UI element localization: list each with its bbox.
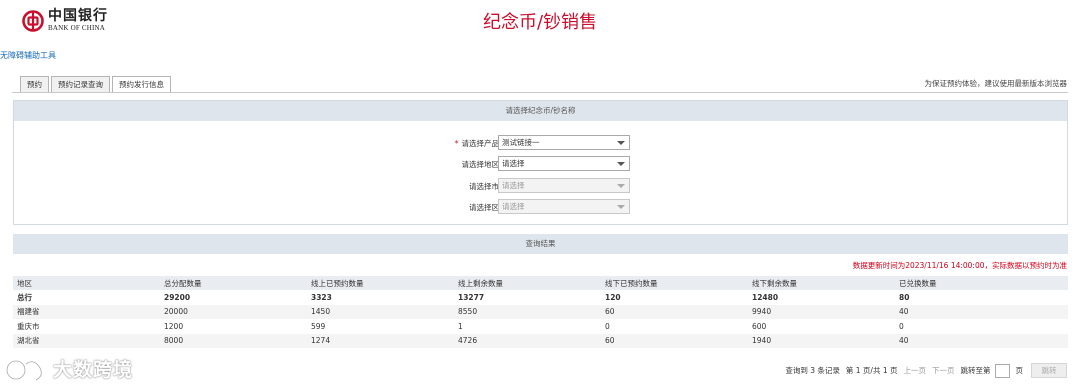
table-cell: 8000 bbox=[160, 333, 307, 348]
chevron-down-icon bbox=[617, 205, 625, 209]
district-label: 请选择区 bbox=[469, 203, 499, 212]
city-label: 请选择市 bbox=[469, 182, 499, 191]
table-cell: 4726 bbox=[454, 333, 601, 348]
table-cell: 湖北省 bbox=[13, 333, 160, 348]
browser-recommendation-note: 为保证预约体验，建议使用最新版本浏览器 bbox=[924, 79, 1068, 88]
table-cell: 总行 bbox=[17, 292, 32, 302]
watermark-text: 大数跨境 bbox=[53, 359, 134, 381]
table-cell: 1 bbox=[458, 321, 463, 331]
table-cell: 60 bbox=[601, 333, 748, 348]
required-mark: * bbox=[454, 139, 459, 148]
column-header: 总分配数量 bbox=[160, 276, 307, 290]
next-page-link[interactable]: 下一页 bbox=[932, 365, 955, 376]
watermark-logo-icon bbox=[5, 359, 43, 381]
chevron-down-icon bbox=[617, 162, 625, 166]
table-cell: 福建省 bbox=[13, 304, 160, 319]
chevron-down-icon bbox=[617, 184, 625, 188]
jump-button[interactable]: 跳转 bbox=[1031, 363, 1067, 378]
table-cell: 40 bbox=[895, 333, 1068, 348]
table-cell: 20000 bbox=[160, 304, 307, 319]
product-field-row: * 请选择产品 测试链接一 bbox=[14, 135, 1069, 150]
record-count: 查询到 3 条记录 bbox=[785, 366, 840, 375]
table-cell: 29200 bbox=[164, 292, 191, 302]
district-field-row: 请选择区 请选择 bbox=[14, 199, 1069, 214]
results-table: 地区 总分配数量 线上已预约数量 线上剩余数量 线下已预约数量 线下剩余数量 已… bbox=[13, 276, 1068, 348]
tab-reserve[interactable]: 预约 bbox=[20, 76, 49, 92]
prev-page-link[interactable]: 上一页 bbox=[904, 365, 927, 376]
table-cell: 600 bbox=[752, 321, 767, 331]
tab-issue-info[interactable]: 预约发行信息 bbox=[112, 76, 171, 93]
table-cell: 重庆市 bbox=[17, 321, 40, 331]
column-header: 已兑换数量 bbox=[895, 276, 1068, 290]
table-cell: 40 bbox=[895, 304, 1068, 319]
page-header: 中国银行 BANK OF CHINA 纪念币/钞销售 bbox=[0, 0, 1080, 40]
jump-page-input[interactable] bbox=[994, 363, 1010, 378]
table-row: 重庆市 1200 599 1 0 600 0 bbox=[13, 319, 1068, 334]
page-unit-label: 页 bbox=[1015, 366, 1024, 375]
selection-panel-title: 请选择纪念币/钞名称 bbox=[14, 101, 1067, 121]
column-header: 地区 bbox=[13, 276, 160, 290]
product-select[interactable]: 测试链接一 bbox=[498, 135, 630, 150]
table-cell: 0 bbox=[899, 321, 904, 331]
table-cell: 13277 bbox=[458, 292, 485, 302]
table-row: 总行 29200 3323 13277 120 12480 80 bbox=[13, 290, 1068, 305]
table-cell: 1940 bbox=[748, 333, 895, 348]
table-cell: 80 bbox=[899, 292, 910, 302]
table-cell: 60 bbox=[601, 304, 748, 319]
city-field-row: 请选择市 请选择 bbox=[14, 178, 1069, 193]
table-cell: 1450 bbox=[307, 304, 454, 319]
data-update-note: 数据更新时间为2023/11/16 14:00:00，实际数据以预约时为准 bbox=[852, 261, 1067, 270]
accessibility-tools-link[interactable]: 无障碍辅助工具 bbox=[0, 50, 56, 61]
table-header-row: 地区 总分配数量 线上已预约数量 线上剩余数量 线下已预约数量 线下剩余数量 已… bbox=[13, 276, 1068, 290]
region-select[interactable]: 请选择 bbox=[498, 156, 630, 171]
city-select[interactable]: 请选择 bbox=[498, 178, 630, 193]
jump-label: 跳转至第 bbox=[960, 366, 991, 375]
tab-bar: 预约 预约记录查询 预约发行信息 bbox=[20, 76, 173, 93]
table-cell: 1200 bbox=[164, 321, 184, 331]
product-label: * 请选择产品 bbox=[454, 139, 499, 148]
district-select[interactable]: 请选择 bbox=[498, 199, 630, 214]
pagination: 查询到 3 条记录 第 1 页/共 1 页 上一页 下一页 跳转至第 页 跳转 bbox=[779, 363, 1067, 378]
column-header: 线下已预约数量 bbox=[601, 276, 748, 290]
table-row: 湖北省 8000 1274 4726 60 1940 40 bbox=[13, 333, 1068, 348]
column-header: 线上剩余数量 bbox=[454, 276, 601, 290]
region-label: 请选择地区 bbox=[461, 160, 500, 169]
watermark: 大数跨境 bbox=[4, 355, 133, 382]
tab-reservation-records[interactable]: 预约记录查询 bbox=[51, 76, 110, 92]
table-cell: 12480 bbox=[752, 292, 779, 302]
table-cell: 8550 bbox=[454, 304, 601, 319]
table-cell: 0 bbox=[605, 321, 610, 331]
column-header: 线上已预约数量 bbox=[307, 276, 454, 290]
table-cell: 1274 bbox=[307, 333, 454, 348]
table-row: 福建省 20000 1450 8550 60 9940 40 bbox=[13, 304, 1068, 319]
table-cell: 9940 bbox=[748, 304, 895, 319]
selection-panel: 请选择纪念币/钞名称 * 请选择产品 测试链接一 请选择地区 请选择 请选择市 请… bbox=[13, 100, 1068, 225]
column-header: 线下剩余数量 bbox=[748, 276, 895, 290]
table-cell: 120 bbox=[605, 292, 621, 302]
results-panel-title: 查询结果 bbox=[13, 234, 1068, 254]
region-field-row: 请选择地区 请选择 bbox=[14, 156, 1069, 171]
page-title: 纪念币/钞销售 bbox=[482, 12, 598, 33]
table-cell: 3323 bbox=[311, 292, 332, 302]
table-cell: 599 bbox=[311, 321, 326, 331]
tab-divider bbox=[12, 92, 1068, 93]
page-info: 第 1 页/共 1 页 bbox=[845, 366, 898, 375]
chevron-down-icon bbox=[617, 141, 625, 145]
